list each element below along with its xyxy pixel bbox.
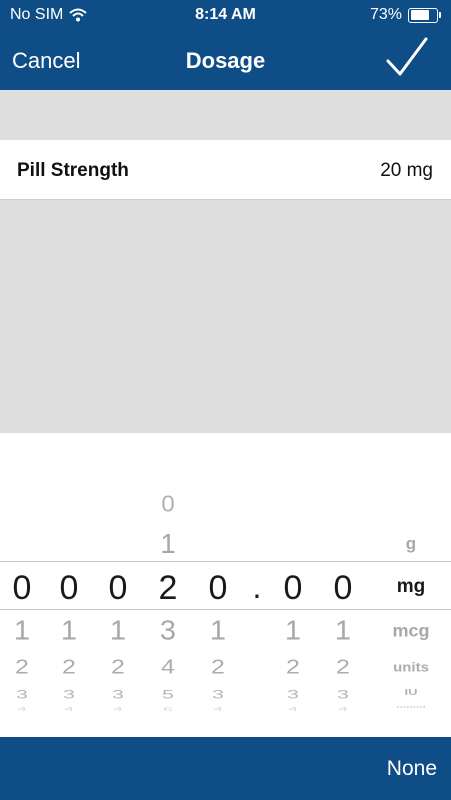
picker-option: 3 [159,615,177,647]
picker-option: 1 [284,615,302,647]
picker-option: 3 [287,688,299,702]
unit-option: IU [404,688,418,697]
unit-option: mcg [392,621,430,641]
picker-option: 3 [212,688,224,702]
picker-option: 3 [16,688,28,702]
status-bar: No SIM 8:14 AM 73% [0,0,451,32]
pill-strength-row[interactable]: Pill Strength 20 mg [0,140,451,200]
picker-option: 3 [63,688,75,702]
picker-option: 1 [13,615,31,647]
picker-selected-digit: 0 [108,569,128,607]
navigation-bar: Cancel Dosage [0,32,451,90]
picker-option: 2 [211,655,225,679]
picker-option: 4 [16,706,27,713]
bottom-toolbar: None [0,737,451,800]
picker-option: 2 [111,655,125,679]
unit-selected: mg [396,576,426,597]
picker-selected-digit: 0 [12,569,32,607]
picker-option: 3 [337,688,349,702]
picker-option: 2 [62,655,76,679]
picker-selected-digit: 0 [208,569,228,607]
unit-option: mmol [396,704,426,710]
picker-selected-digit: 0 [59,569,79,607]
unit-option: units [393,660,429,675]
pill-strength-label: Pill Strength [17,160,129,181]
picker-option: 3 [112,688,124,702]
picker-option: 4 [287,706,298,713]
picker-option: 4 [63,706,74,713]
picker-option: 4 [337,706,348,713]
picker-option: 1 [209,615,227,647]
picker-option: 4 [112,706,123,713]
picker-column-digit[interactable]: 0 1 2 3 4 [47,433,91,737]
battery-percent: 73% [369,6,402,23]
dosage-picker[interactable]: 012340123401234012345601234.0123401234gm… [0,433,451,737]
picker-column-digit[interactable]: 0 1 2 3 4 [196,433,240,737]
battery-group: 73% [370,6,441,24]
picker-option: 1 [160,528,176,559]
picker-column-digit[interactable]: 0 1 2 3 4 5 6 [146,433,190,737]
picker-option: 4 [212,706,223,713]
picker-option: 2 [15,655,29,679]
picker-option: 1 [109,615,127,647]
section-spacer [0,90,451,140]
picker-selected-digit: 2 [158,569,178,607]
picker-column-units[interactable]: g mg mcg units IU mmol [376,433,446,737]
battery-icon [408,7,441,23]
picker-column-digit[interactable]: 0 1 2 3 4 [96,433,140,737]
picker-option: 1 [334,615,352,647]
picker-option: 6 [162,706,173,713]
picker-option: 2 [286,655,300,679]
unit-option: g [405,534,417,553]
picker-option: 4 [161,655,175,679]
picker-option: 1 [60,615,78,647]
picker-selected-digit: 0 [283,569,303,607]
picker-option: 2 [336,655,350,679]
none-button[interactable]: None [387,757,437,781]
pill-strength-value: 20 mg [380,160,433,181]
picker-selected-digit: 0 [333,569,353,607]
picker-option: 0 [161,491,175,518]
picker-option: 5 [162,688,174,702]
picker-column-digit[interactable]: 0 1 2 3 4 [271,433,315,737]
picker-column-digit[interactable]: 0 1 2 3 4 [0,433,44,737]
picker-column-digit[interactable]: 0 1 2 3 4 [321,433,365,737]
empty-background [0,200,451,433]
page-title: Dosage [185,48,266,73]
checkmark-icon[interactable] [385,36,429,80]
